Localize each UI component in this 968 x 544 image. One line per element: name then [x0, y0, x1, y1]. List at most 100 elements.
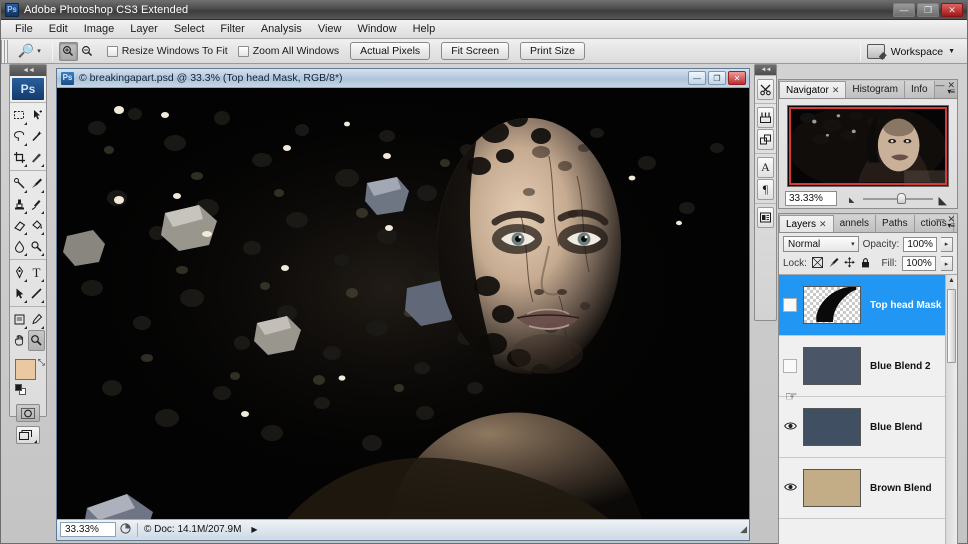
magic-wand-tool[interactable] [28, 126, 45, 147]
brush-tool[interactable] [28, 173, 45, 194]
menu-file[interactable]: File [7, 21, 41, 37]
layer-visibility-toggle[interactable] [779, 359, 801, 373]
menu-image[interactable]: Image [76, 21, 123, 37]
layer-row[interactable]: Brown Blend [779, 458, 957, 519]
options-bar-grip[interactable] [1, 39, 8, 63]
history-brush-tool[interactable] [28, 194, 45, 215]
menu-help[interactable]: Help [405, 21, 444, 37]
navigator-collapse-icon[interactable]: — [935, 80, 944, 90]
navigator-thumbnail[interactable] [787, 105, 949, 187]
eye-icon-off[interactable] [783, 359, 797, 373]
eye-icon-off[interactable] [783, 298, 797, 312]
clone-stamp-tool[interactable] [11, 194, 28, 215]
type-tool[interactable]: T [28, 262, 45, 283]
tab-histogram[interactable]: Histogram [846, 81, 905, 98]
document-title-bar[interactable]: Ps © breakingapart.psd @ 33.3% (Top head… [57, 69, 749, 88]
quick-mask-button[interactable] [16, 404, 40, 422]
navigator-zoom-slider[interactable]: ◣ ◣ [843, 192, 951, 207]
workspace-label[interactable]: Workspace [891, 46, 943, 58]
layer-name[interactable]: Brown Blend [870, 483, 932, 494]
layer-thumbnail[interactable] [803, 469, 861, 507]
healing-brush-tool[interactable] [11, 173, 28, 194]
slice-tool[interactable] [28, 147, 45, 168]
layer-thumbnail[interactable] [803, 286, 861, 324]
status-menu-arrow-icon[interactable]: ▶ [251, 525, 257, 534]
side-dock-grip[interactable]: ◄◄ [755, 65, 776, 75]
navigator-menu-icon[interactable]: ▾≡ [947, 87, 955, 96]
layers-menu-icon[interactable]: ▾≡ [947, 221, 955, 230]
scroll-up-icon[interactable]: ▲ [946, 275, 957, 287]
lasso-tool[interactable] [11, 126, 28, 147]
marquee-tool[interactable] [11, 105, 28, 126]
layers-collapse-icon[interactable]: — [935, 214, 944, 224]
notes-tool[interactable] [11, 309, 28, 330]
slider-thumb[interactable] [897, 192, 906, 204]
blur-tool[interactable] [11, 236, 28, 257]
blend-mode-select[interactable]: Normal ▾ [783, 236, 859, 252]
close-icon[interactable]: ✕ [832, 85, 840, 96]
eye-icon[interactable] [783, 482, 797, 495]
opacity-input[interactable]: 100% [903, 236, 938, 252]
document-close-button[interactable]: ✕ [728, 71, 746, 85]
hand-tool[interactable] [11, 330, 28, 351]
minimize-button[interactable]: — [893, 3, 915, 17]
toolbox-grip[interactable]: ◄◄ [10, 65, 46, 76]
document-minimize-button[interactable]: — [688, 71, 706, 85]
fill-stepper[interactable]: ▸ [941, 256, 953, 271]
zoom-in-button[interactable] [58, 41, 78, 61]
layer-list-scrollbar[interactable]: ▲ ▼ [945, 275, 957, 544]
print-size-button[interactable]: Print Size [520, 42, 585, 60]
chevron-down-icon[interactable]: ▾ [37, 47, 41, 55]
eraser-tool[interactable] [11, 215, 28, 236]
layer-comps-icon[interactable] [757, 207, 774, 228]
menu-filter[interactable]: Filter [212, 21, 252, 37]
layer-visibility-toggle[interactable]: ☞ [779, 388, 801, 434]
document-restore-button[interactable]: ❐ [708, 71, 726, 85]
fit-screen-button[interactable]: Fit Screen [441, 42, 510, 60]
tool-presets-icon[interactable] [757, 79, 774, 100]
tab-paths[interactable]: Paths [876, 215, 915, 232]
maximize-button[interactable]: ❐ [917, 3, 939, 17]
fill-input[interactable]: 100% [902, 256, 936, 271]
active-tool-preset[interactable]: 🔍 ▾ [13, 43, 46, 59]
chevron-down-icon[interactable]: ▾ [851, 240, 855, 248]
layer-name[interactable]: Top head Mask [870, 300, 942, 311]
layer-name[interactable]: Blue Blend [870, 422, 922, 433]
zoom-level-input[interactable]: 33.33% [60, 522, 116, 537]
chevron-down-icon[interactable]: ▼ [948, 48, 955, 55]
layer-row[interactable]: Top head Mask [779, 275, 957, 336]
workspace-icon[interactable] [866, 44, 885, 59]
zoom-in-large-icon[interactable]: ◣ [939, 194, 947, 207]
zoom-out-small-icon[interactable]: ◣ [849, 196, 854, 204]
resize-windows-checkbox[interactable] [106, 45, 118, 57]
layer-list[interactable]: Top head Mask Blue Blend 2 ☞ Blue Blend … [779, 274, 957, 544]
pen-tool[interactable] [11, 262, 28, 283]
layer-visibility-toggle[interactable] [779, 482, 801, 495]
layer-thumbnail[interactable] [803, 408, 861, 446]
layer-row[interactable]: ☞ Blue Blend [779, 388, 957, 458]
move-tool[interactable] [28, 105, 45, 126]
close-icon[interactable]: ✕ [819, 219, 827, 230]
character-icon[interactable]: A [757, 157, 774, 178]
default-colors-icon[interactable] [15, 384, 26, 395]
zoom-out-button[interactable] [78, 42, 97, 61]
menu-select[interactable]: Select [166, 21, 213, 37]
close-button[interactable]: ✕ [941, 3, 963, 17]
scrollbar-thumb[interactable] [947, 289, 956, 363]
layer-row[interactable]: Blue Blend 2 [779, 336, 957, 397]
tab-navigator[interactable]: Navigator ✕ [779, 81, 847, 98]
tab-info[interactable]: Info [904, 81, 935, 98]
paint-bucket-tool[interactable] [28, 215, 45, 236]
clone-source-icon[interactable] [757, 129, 774, 150]
canvas[interactable] [57, 88, 749, 519]
zoom-all-windows-checkbox-group[interactable]: Zoom All Windows [237, 45, 339, 57]
opacity-stepper[interactable]: ▸ [941, 236, 954, 252]
layer-visibility-toggle[interactable] [779, 298, 801, 312]
brushes-icon[interactable] [757, 107, 774, 128]
lock-image-pixels-icon[interactable] [828, 257, 839, 271]
foreground-color-swatch[interactable] [15, 359, 36, 380]
swap-colors-icon[interactable]: ⤡ [38, 357, 45, 368]
layer-thumbnail[interactable] [803, 347, 861, 385]
tab-layers[interactable]: Layers ✕ [779, 215, 834, 232]
path-selection-tool[interactable] [11, 283, 28, 304]
